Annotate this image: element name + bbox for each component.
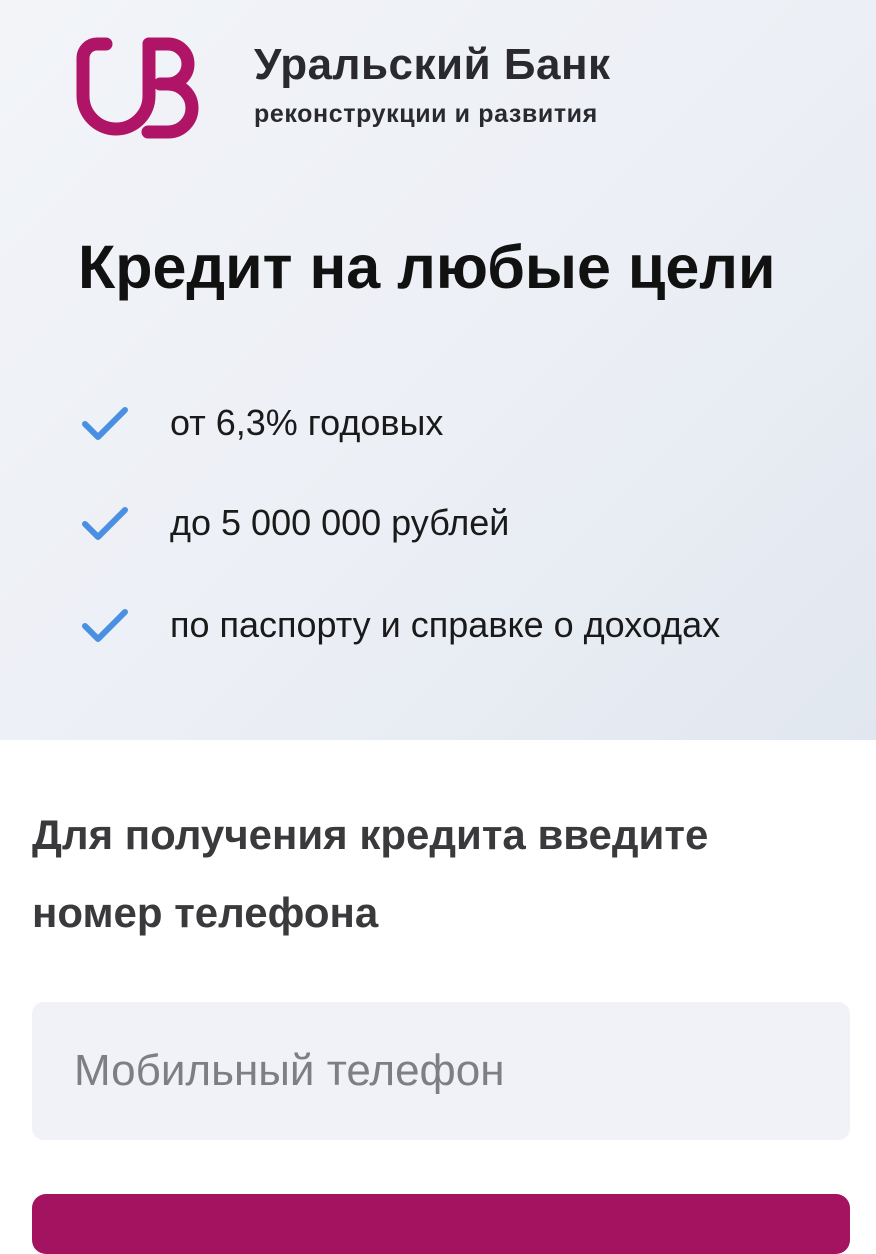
feature-item-documents: по паспорту и справке о доходах: [80, 602, 860, 652]
brand-subtitle: реконструкции и развития: [254, 100, 598, 128]
feature-text: до 5 000 000 рублей: [170, 502, 510, 543]
feature-text: по паспорту и справке о доходах: [170, 604, 721, 645]
brand-name: Уральский Банк: [254, 40, 611, 89]
page-title: Кредит на любые цели: [78, 233, 776, 301]
submit-button[interactable]: [32, 1194, 850, 1254]
check-icon: [82, 609, 128, 642]
feature-text: от 6,3% годовых: [170, 402, 444, 443]
phone-input[interactable]: [32, 1002, 850, 1140]
check-icon: [82, 407, 128, 440]
bank-logo: [76, 37, 199, 139]
check-icon: [82, 507, 128, 540]
feature-item-rate: от 6,3% годовых: [80, 400, 860, 450]
hero-section: Уральский Банк реконструкции и развития …: [0, 0, 876, 740]
form-prompt: Для получения кредита введите номер теле…: [32, 811, 709, 936]
feature-item-amount: до 5 000 000 рублей: [80, 500, 860, 550]
